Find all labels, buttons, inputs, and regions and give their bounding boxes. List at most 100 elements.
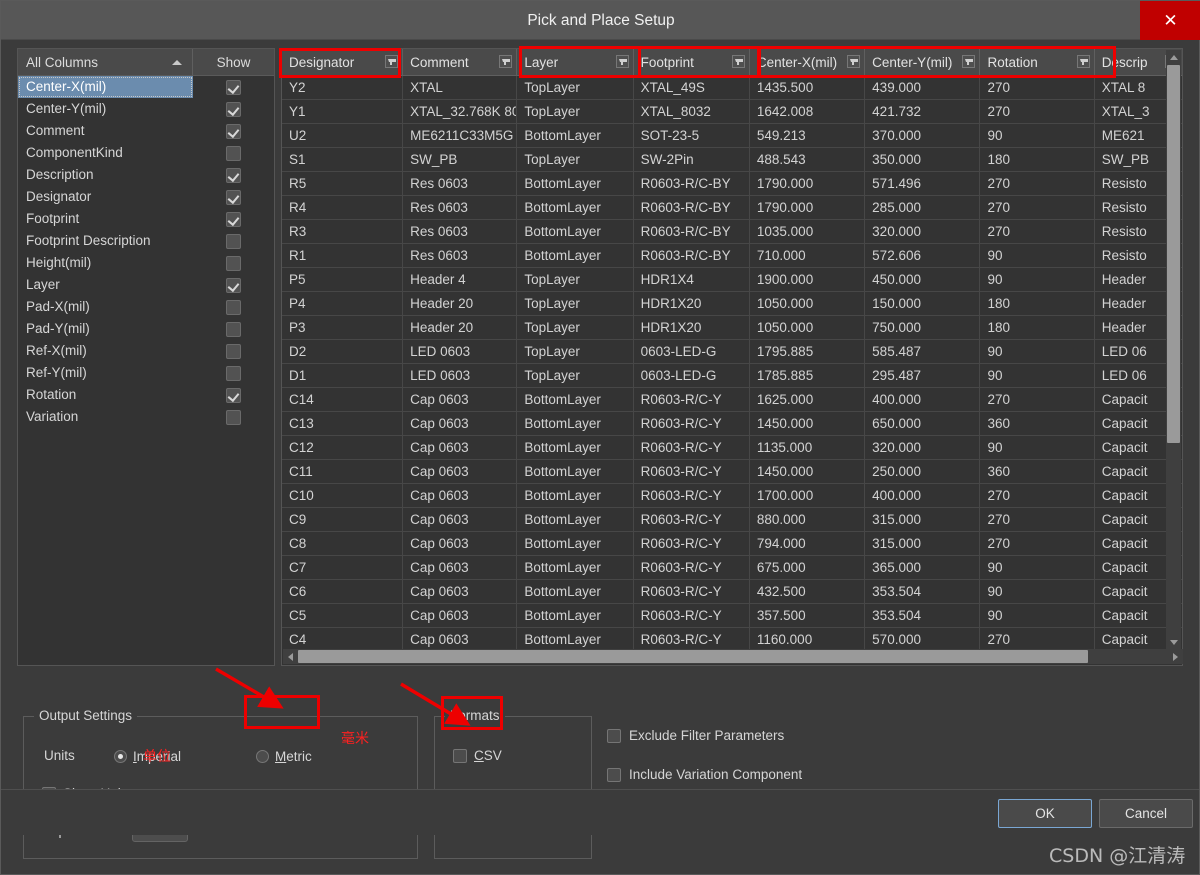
table-row[interactable]: U2 ME6211C33M5G S BottomLayer SOT-23-5 549.2… xyxy=(282,124,1182,148)
column-show-checkbox[interactable] xyxy=(226,255,241,271)
grid-column-header[interactable]: Comment xyxy=(403,49,518,75)
column-show-checkbox[interactable] xyxy=(226,365,241,381)
grid-column-header[interactable]: Center-X(mil) xyxy=(750,49,866,75)
table-row[interactable]: C9 Cap 0603 BottomLayer R0603-R/C-Y 880.000 3… xyxy=(282,508,1182,532)
column-list-item[interactable]: Layer xyxy=(18,274,274,296)
column-show-checkbox-cell[interactable] xyxy=(193,299,274,315)
all-columns-header[interactable]: All Columns xyxy=(18,49,193,75)
column-show-checkbox-cell[interactable] xyxy=(193,365,274,381)
column-show-checkbox[interactable] xyxy=(226,123,241,139)
column-show-checkbox[interactable] xyxy=(226,79,241,95)
column-show-checkbox[interactable] xyxy=(226,299,241,315)
column-list-item[interactable]: Variation xyxy=(18,406,274,428)
table-row[interactable]: C7 Cap 0603 BottomLayer R0603-R/C-Y 675.000 3… xyxy=(282,556,1182,580)
column-show-checkbox[interactable] xyxy=(226,343,241,359)
csv-checkbox[interactable] xyxy=(453,748,467,763)
column-list-item[interactable]: Center-X(mil) xyxy=(18,76,274,98)
scroll-right-icon[interactable] xyxy=(1169,649,1183,664)
column-list-item[interactable]: Pad-Y(mil) xyxy=(18,318,274,340)
column-list-item[interactable]: Ref-Y(mil) xyxy=(18,362,274,384)
column-show-checkbox-cell[interactable] xyxy=(193,167,274,183)
column-list-item[interactable]: Center-Y(mil) xyxy=(18,98,274,120)
column-show-checkbox[interactable] xyxy=(226,277,241,293)
metric-radio-row[interactable]: Metric xyxy=(256,749,312,764)
column-list-item[interactable]: Pad-X(mil) xyxy=(18,296,274,318)
vertical-scroll-thumb[interactable] xyxy=(1167,65,1180,443)
column-show-checkbox-cell[interactable] xyxy=(193,255,274,271)
column-show-checkbox-cell[interactable] xyxy=(193,123,274,139)
columns-list[interactable]: Center-X(mil) Center-Y(mil) Comment Compone… xyxy=(18,76,274,665)
scroll-up-icon[interactable] xyxy=(1166,50,1181,64)
grid-vertical-scrollbar[interactable] xyxy=(1166,50,1181,649)
include-variation-checkbox[interactable] xyxy=(607,767,621,782)
column-show-checkbox[interactable] xyxy=(226,409,241,425)
filter-icon[interactable] xyxy=(1076,55,1090,68)
imperial-radio-row[interactable]: Imperial xyxy=(114,749,181,764)
table-row[interactable]: P5 Header 4 TopLayer HDR1X4 1900.000 450.000 9… xyxy=(282,268,1182,292)
ok-button[interactable]: OK xyxy=(998,799,1092,828)
table-row[interactable]: C11 Cap 0603 BottomLayer R0603-R/C-Y 1450.00… xyxy=(282,460,1182,484)
column-show-checkbox-cell[interactable] xyxy=(193,387,274,403)
filter-icon[interactable] xyxy=(499,55,513,68)
table-row[interactable]: C10 Cap 0603 BottomLayer R0603-R/C-Y 1700.00… xyxy=(282,484,1182,508)
imperial-radio[interactable] xyxy=(114,750,127,763)
column-show-checkbox-cell[interactable] xyxy=(193,101,274,117)
grid-column-header[interactable]: Designator xyxy=(282,49,404,75)
grid-column-header[interactable]: Rotation xyxy=(980,49,1095,75)
metric-radio[interactable] xyxy=(256,750,269,763)
table-row[interactable]: C4 Cap 0603 BottomLayer R0603-R/C-Y 1160.000… xyxy=(282,628,1182,649)
grid-column-header[interactable]: Layer xyxy=(517,49,634,75)
column-list-item[interactable]: Rotation xyxy=(18,384,274,406)
table-row[interactable]: R1 Res 0603 BottomLayer R0603-R/C-BY 710.000… xyxy=(282,244,1182,268)
column-show-checkbox[interactable] xyxy=(226,101,241,117)
grid-column-header[interactable]: Center-Y(mil) xyxy=(865,49,981,75)
column-show-checkbox-cell[interactable] xyxy=(193,277,274,293)
column-list-item[interactable]: Comment xyxy=(18,120,274,142)
column-list-item[interactable]: Designator xyxy=(18,186,274,208)
filter-icon[interactable] xyxy=(385,55,399,68)
csv-row[interactable]: CSV xyxy=(453,748,502,763)
table-row[interactable]: C14 Cap 0603 BottomLayer R0603-R/C-Y 1625.00… xyxy=(282,388,1182,412)
table-row[interactable]: C12 Cap 0603 BottomLayer R0603-R/C-Y 1135.00… xyxy=(282,436,1182,460)
table-row[interactable]: S1 SW_PB TopLayer SW-2Pin 488.543 350.000 180 S… xyxy=(282,148,1182,172)
table-row[interactable]: Y1 XTAL_32.768K 803 TopLayer XTAL_8032 1642.… xyxy=(282,100,1182,124)
column-show-checkbox-cell[interactable] xyxy=(193,409,274,425)
column-show-checkbox-cell[interactable] xyxy=(193,79,274,95)
close-icon[interactable]: ✕ xyxy=(1140,1,1200,40)
scroll-left-icon[interactable] xyxy=(283,649,297,664)
table-row[interactable]: P4 Header 20 TopLayer HDR1X20 1050.000 150.00… xyxy=(282,292,1182,316)
table-row[interactable]: D1 LED 0603 TopLayer 0603-LED-G 1785.885 295.… xyxy=(282,364,1182,388)
filter-icon[interactable] xyxy=(731,55,745,68)
cancel-button[interactable]: Cancel xyxy=(1099,799,1193,828)
filter-icon[interactable] xyxy=(847,55,861,68)
table-row[interactable]: R4 Res 0603 BottomLayer R0603-R/C-BY 1790.00… xyxy=(282,196,1182,220)
grid-column-header[interactable]: Footprint xyxy=(634,49,750,75)
table-row[interactable]: D2 LED 0603 TopLayer 0603-LED-G 1795.885 585.… xyxy=(282,340,1182,364)
column-list-item[interactable]: Description xyxy=(18,164,274,186)
column-list-item[interactable]: Height(mil) xyxy=(18,252,274,274)
table-row[interactable]: R3 Res 0603 BottomLayer R0603-R/C-BY 1035.00… xyxy=(282,220,1182,244)
column-show-checkbox-cell[interactable] xyxy=(193,343,274,359)
scroll-down-icon[interactable] xyxy=(1166,635,1181,649)
column-show-checkbox[interactable] xyxy=(226,189,241,205)
table-row[interactable]: P3 Header 20 TopLayer HDR1X20 1050.000 750.00… xyxy=(282,316,1182,340)
table-row[interactable]: C5 Cap 0603 BottomLayer R0603-R/C-Y 357.500 3… xyxy=(282,604,1182,628)
column-show-checkbox-cell[interactable] xyxy=(193,233,274,249)
column-show-checkbox[interactable] xyxy=(226,387,241,403)
include-variation-row[interactable]: Include Variation Component xyxy=(607,767,802,782)
column-list-item[interactable]: Footprint xyxy=(18,208,274,230)
column-show-checkbox-cell[interactable] xyxy=(193,145,274,161)
column-list-item[interactable]: ComponentKind xyxy=(18,142,274,164)
table-row[interactable]: Y2 XTAL TopLayer XTAL_49S 1435.500 439.000 270… xyxy=(282,76,1182,100)
exclude-filter-row[interactable]: Exclude Filter Parameters xyxy=(607,728,784,743)
column-show-checkbox[interactable] xyxy=(226,145,241,161)
filter-icon[interactable] xyxy=(962,55,976,68)
components-grid[interactable]: Designator Comment Layer Footprint Center-X(… xyxy=(282,49,1182,649)
horizontal-scroll-thumb[interactable] xyxy=(298,650,1088,663)
table-row[interactable]: C13 Cap 0603 BottomLayer R0603-R/C-Y 1450.00… xyxy=(282,412,1182,436)
grid-horizontal-scrollbar[interactable] xyxy=(283,649,1183,664)
column-show-checkbox[interactable] xyxy=(226,321,241,337)
grid-body[interactable]: Y2 XTAL TopLayer XTAL_49S 1435.500 439.000 270… xyxy=(282,76,1182,649)
table-row[interactable]: C8 Cap 0603 BottomLayer R0603-R/C-Y 794.000 3… xyxy=(282,532,1182,556)
table-row[interactable]: C6 Cap 0603 BottomLayer R0603-R/C-Y 432.500 3… xyxy=(282,580,1182,604)
